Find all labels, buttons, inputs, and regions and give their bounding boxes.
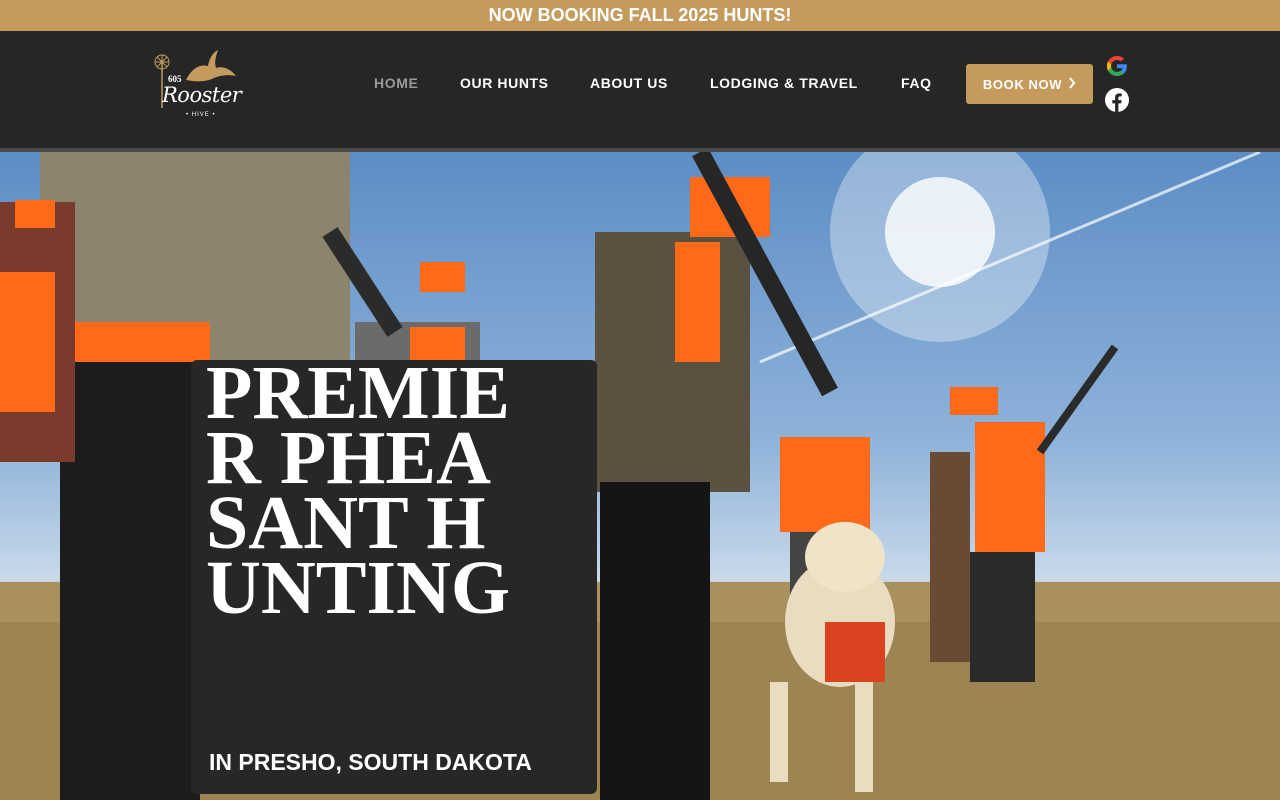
announcement-text: NOW BOOKING FALL 2025 HUNTS! (488, 5, 792, 25)
nav-home[interactable]: HOME (374, 75, 418, 91)
nav-about-us[interactable]: ABOUT US (590, 75, 668, 91)
chevron-right-icon (1068, 76, 1076, 92)
logo-tagline: • HIVE • (186, 112, 216, 118)
nav-faq[interactable]: FAQ (901, 75, 932, 91)
site-header: 605 Rooster • HIVE • HOME OUR HUNTS ABOU… (0, 31, 1280, 148)
book-now-button[interactable]: BOOK NOW (966, 64, 1093, 104)
google-icon[interactable] (1105, 54, 1129, 78)
site-logo[interactable]: 605 Rooster • HIVE • (148, 46, 244, 126)
hero-subheadline: IN PRESHO, SOUTH DAKOTA (209, 749, 532, 775)
announcement-bar: NOW BOOKING FALL 2025 HUNTS! (0, 0, 1280, 31)
nav-our-hunts[interactable]: OUR HUNTS (460, 75, 549, 91)
book-now-label: BOOK NOW (982, 76, 1063, 92)
hero-section (0, 152, 1280, 800)
nav-lodging-travel[interactable]: LODGING & TRAVEL (710, 75, 858, 91)
logo-wordmark: Rooster (162, 83, 242, 107)
facebook-icon[interactable] (1105, 88, 1129, 112)
hero-headline: PREMIER PHEASANT HUNTING (206, 351, 511, 630)
